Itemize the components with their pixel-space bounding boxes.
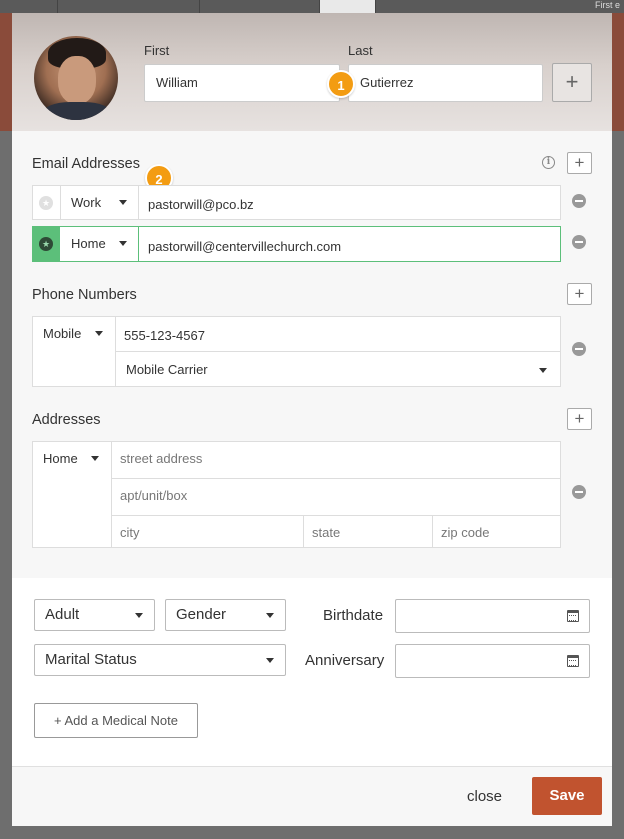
- divider: [115, 351, 560, 352]
- add-email-button[interactable]: +: [567, 152, 592, 174]
- chevron-down-icon: [95, 331, 103, 336]
- city-input[interactable]: city: [120, 525, 140, 540]
- modal-header: First Last William Gutierrez + 1: [12, 13, 612, 131]
- last-name-input[interactable]: Gutierrez: [348, 64, 543, 102]
- modal-footer: [12, 766, 612, 826]
- first-name-label: First: [144, 43, 170, 58]
- phone-number-input[interactable]: 555-123-4567: [124, 328, 205, 343]
- primary-star-icon[interactable]: ★: [39, 196, 53, 210]
- age-group-select[interactable]: Adult: [34, 599, 155, 631]
- birthdate-input[interactable]: [395, 599, 590, 633]
- background-corner-text: First e: [594, 0, 620, 10]
- info-icon[interactable]: i: [542, 156, 555, 169]
- phone-type-label: Mobile: [43, 326, 82, 341]
- mobile-carrier-select[interactable]: Mobile Carrier: [126, 362, 208, 377]
- state-input[interactable]: state: [312, 525, 340, 540]
- divider: [111, 515, 560, 516]
- phone-row: Mobile 555-123-4567 Mobile Carrier: [32, 316, 561, 387]
- edit-person-modal: First Last William Gutierrez + 1 Email A…: [12, 13, 612, 826]
- divider: [111, 442, 112, 547]
- email-input[interactable]: pastorwill@pco.bz: [148, 197, 254, 212]
- divider: [138, 227, 139, 261]
- birthdate-label: Birthdate: [323, 607, 384, 624]
- last-name-label: Last: [348, 43, 373, 58]
- plus-icon: +: [574, 409, 585, 428]
- primary-star-icon[interactable]: ★: [39, 237, 53, 251]
- divider: [60, 186, 61, 219]
- age-group-value: Adult: [45, 606, 80, 623]
- email-row-primary: ★ Home pastorwill@centervillechurch.com: [32, 226, 561, 262]
- divider: [138, 186, 139, 219]
- addresses-section-title: Addresses: [32, 412, 101, 428]
- address-type-select[interactable]: Home: [43, 451, 78, 466]
- marital-status-select[interactable]: Marital Status: [34, 644, 286, 676]
- divider: [432, 515, 433, 547]
- background-tab-active: [320, 0, 376, 13]
- phone-type-select[interactable]: Mobile: [43, 326, 81, 341]
- divider: [111, 478, 560, 479]
- background-tab: [200, 0, 320, 13]
- anniversary-label: Anniversary: [305, 652, 385, 669]
- first-name-input[interactable]: William: [144, 64, 340, 102]
- plus-icon: +: [574, 284, 585, 303]
- chevron-down-icon: [539, 368, 547, 373]
- chevron-down-icon: [266, 658, 274, 663]
- email-type-label: Work: [71, 195, 102, 210]
- email-section-title: Email Addresses: [32, 156, 140, 172]
- background-tab: [58, 0, 200, 13]
- divider: [303, 515, 304, 547]
- anniversary-input[interactable]: [395, 644, 590, 678]
- gender-value: Gender: [176, 606, 227, 623]
- avatar-shirt: [42, 102, 112, 120]
- chevron-down-icon: [135, 613, 143, 618]
- step-badge-1: 1: [327, 70, 355, 98]
- calendar-icon[interactable]: [567, 655, 579, 667]
- gender-select[interactable]: Gender: [165, 599, 286, 631]
- apt-input[interactable]: apt/unit/box: [120, 488, 187, 503]
- plus-icon: +: [574, 153, 585, 172]
- avatar[interactable]: [34, 36, 118, 120]
- chevron-down-icon: [119, 241, 127, 246]
- marital-status-value: Marital Status: [45, 651, 137, 668]
- close-button[interactable]: close: [467, 788, 502, 805]
- remove-email-icon[interactable]: [572, 194, 586, 208]
- add-phone-button[interactable]: +: [567, 283, 592, 305]
- address-row: Home street address apt/unit/box city st…: [32, 441, 561, 548]
- background-tab: [0, 0, 58, 13]
- chevron-down-icon: [91, 456, 99, 461]
- email-input[interactable]: pastorwill@centervillechurch.com: [148, 239, 341, 254]
- remove-address-icon[interactable]: [572, 485, 586, 499]
- email-type-select[interactable]: Home: [71, 236, 106, 251]
- add-medical-note-button[interactable]: + Add a Medical Note: [34, 703, 198, 738]
- address-type-label: Home: [43, 451, 78, 466]
- chevron-down-icon: [266, 613, 274, 618]
- remove-phone-icon[interactable]: [572, 342, 586, 356]
- phone-section-title: Phone Numbers: [32, 287, 137, 303]
- avatar-face: [58, 56, 96, 104]
- remove-email-icon[interactable]: [572, 235, 586, 249]
- street-address-input[interactable]: street address: [120, 451, 202, 466]
- chevron-down-icon: [119, 200, 127, 205]
- save-button[interactable]: Save: [532, 777, 602, 815]
- email-row: ★ Work pastorwill@pco.bz: [32, 185, 561, 220]
- plus-icon: +: [565, 69, 579, 94]
- add-name-field-button[interactable]: +: [552, 63, 592, 102]
- add-address-button[interactable]: +: [567, 408, 592, 430]
- zip-code-input[interactable]: zip code: [441, 525, 489, 540]
- background-topbar: First e: [0, 0, 624, 13]
- email-type-label: Home: [71, 236, 106, 251]
- email-type-select[interactable]: Work: [71, 195, 101, 210]
- calendar-icon[interactable]: [567, 610, 579, 622]
